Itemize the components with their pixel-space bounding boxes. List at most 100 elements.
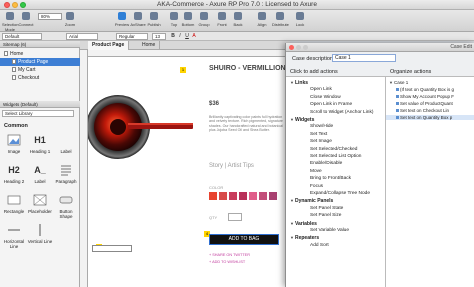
tab-home[interactable]: Home — [138, 41, 161, 50]
action-item[interactable]: Scroll to Widget (Anchor Link) — [310, 110, 373, 115]
widget-horizontal-line[interactable]: Horizontal Line — [1, 223, 27, 249]
distribute-tool[interactable]: Distribute — [272, 11, 289, 27]
widget-label[interactable]: A_ Label — [27, 163, 53, 184]
action-item[interactable]: Set Text — [310, 132, 327, 137]
lock-tool[interactable]: Lock — [292, 11, 308, 27]
widgets-section-title: Common — [4, 123, 28, 129]
action-item[interactable]: Enable/Disable — [310, 161, 342, 166]
sitemap-page-my-cart[interactable]: My Cart — [0, 66, 80, 74]
action-item[interactable]: Open Link in Frame — [310, 102, 352, 107]
widget-button-shape[interactable]: Button Shape — [53, 193, 79, 219]
action-item[interactable]: Expand/Collapse Tree Node — [310, 191, 370, 196]
product-image[interactable] — [88, 67, 198, 182]
disclosure-triangle-icon[interactable]: ▼ — [389, 80, 393, 85]
action-item[interactable]: Set Panel Size — [310, 213, 341, 218]
design-canvas[interactable]: 1 3 SHUIRO - VERMILLION $36 Brilliantly … — [88, 57, 290, 287]
zoom-tool[interactable]: Zoom — [62, 11, 78, 27]
action-item[interactable]: Move — [310, 169, 322, 174]
disclosure-triangle-icon[interactable]: ▼ — [290, 198, 294, 203]
axshare-tool[interactable]: AxShare — [130, 11, 146, 27]
font-color-button[interactable]: A — [191, 33, 197, 40]
disclosure-triangle-icon[interactable]: ▼ — [290, 80, 294, 85]
color-swatch[interactable] — [229, 192, 237, 200]
selection-mode-tool[interactable]: Selection Mode — [2, 11, 18, 32]
organize-row[interactable]: Show My Account Popup F — [386, 94, 474, 99]
widget-heading-2[interactable]: H2 Heading 2 — [1, 163, 27, 184]
action-group-repeaters[interactable]: ▼Repeaters — [290, 235, 319, 241]
sitemap-page-product-page[interactable]: Product Page — [0, 58, 80, 66]
action-item[interactable]: Add Sort — [310, 243, 329, 248]
widget-rectangle[interactable]: Rectangle — [1, 193, 27, 214]
sitemap-page-checkout[interactable]: Checkout — [0, 74, 80, 82]
widget-placeholder[interactable]: Placeholder — [27, 193, 53, 214]
action-item[interactable]: Focus — [310, 184, 323, 189]
product-tabs[interactable]: Story | Artist Tips — [209, 163, 254, 169]
action-item[interactable]: Set Image — [310, 139, 332, 144]
dialog-close-button[interactable] — [289, 45, 294, 50]
action-item[interactable]: Bring to Front/Back — [310, 176, 351, 181]
action-item[interactable]: Show/Hide — [310, 124, 333, 129]
widget-label[interactable]: Label — [53, 133, 79, 154]
color-swatch[interactable] — [219, 192, 227, 200]
zoom-select[interactable]: 80% — [38, 13, 62, 20]
widget-label: Rectangle — [3, 209, 25, 214]
publish-tool[interactable]: Publish — [146, 11, 162, 27]
action-group-variables[interactable]: ▼Variables — [290, 221, 317, 227]
case-description-input[interactable]: Case 1 — [332, 54, 396, 62]
action-icon — [396, 95, 399, 98]
color-swatch[interactable] — [249, 192, 257, 200]
align-tool[interactable]: Align — [254, 11, 270, 27]
color-swatch[interactable] — [269, 192, 277, 200]
connect-tool[interactable]: Connect — [18, 11, 34, 27]
add-to-bag-button[interactable]: ADD TO BAG — [209, 234, 279, 245]
widget-image[interactable]: Image — [1, 133, 27, 154]
back-icon — [233, 11, 243, 21]
widget-heading-1[interactable]: H1 Heading 1 — [27, 133, 53, 154]
bottom-tool[interactable]: Bottom — [180, 11, 196, 27]
action-group-links[interactable]: ▼Links — [290, 80, 308, 86]
organize-row[interactable]: Set text on Quantity Box p — [386, 115, 474, 120]
color-swatch[interactable] — [239, 192, 247, 200]
disclosure-triangle-icon[interactable]: ▼ — [290, 221, 294, 226]
bold-button[interactable]: B — [170, 33, 176, 40]
front-tool[interactable]: Front — [214, 11, 230, 27]
organize-row[interactable]: (If text on Quantity Box is g — [386, 87, 474, 92]
quantity-box[interactable] — [228, 213, 242, 221]
qty-label: QTY — [209, 215, 218, 220]
action-item[interactable]: Set Panel State — [310, 206, 343, 211]
disclosure-triangle-icon[interactable]: ▼ — [290, 235, 294, 240]
thumb-strip[interactable] — [92, 245, 132, 252]
style-select[interactable]: Default — [2, 33, 42, 40]
organize-row[interactable]: ▼Case 1 — [386, 80, 474, 85]
widget-vertical-line[interactable]: Vertical Line — [27, 223, 53, 244]
library-select[interactable]: Select Library — [2, 110, 74, 117]
group-tool[interactable]: Group — [196, 11, 212, 27]
page-icon — [12, 59, 16, 64]
color-swatch[interactable] — [259, 192, 267, 200]
tab-product-page[interactable]: Product Page — [88, 41, 130, 50]
italic-button[interactable]: I — [177, 33, 183, 40]
widget-label: Heading 2 — [3, 179, 25, 184]
color-swatch[interactable] — [209, 192, 217, 200]
action-group-widgets[interactable]: ▼Widgets — [290, 117, 314, 123]
font-select[interactable]: Arial — [66, 33, 98, 40]
preview-tool[interactable]: Preview — [114, 11, 130, 27]
action-group-dynamic-panels[interactable]: ▼Dynamic Panels — [290, 198, 333, 204]
widget-paragraph[interactable]: Paragraph — [53, 163, 79, 184]
action-item[interactable]: Set Selected List Option — [310, 154, 361, 159]
back-tool[interactable]: Back — [230, 11, 246, 27]
organize-row[interactable]: Set text on Checkout Lin — [386, 108, 474, 113]
organize-row[interactable]: Set value of ProductQuant — [386, 101, 474, 106]
disclosure-triangle-icon[interactable]: ▼ — [290, 117, 294, 122]
action-item[interactable]: Open Link — [310, 87, 332, 92]
share-link[interactable]: + SHARE ON TWITTER — [209, 253, 250, 257]
wishlist-link[interactable]: + ADD TO WISHLIST — [209, 260, 245, 264]
weight-select[interactable]: Regular — [116, 33, 148, 40]
action-item[interactable]: Set Selected/Checked — [310, 147, 357, 152]
action-item[interactable]: Close Window — [310, 95, 341, 100]
underline-button[interactable]: U — [184, 33, 190, 40]
sitemap-page-home[interactable]: Home — [0, 50, 80, 58]
size-select[interactable]: 13 — [152, 33, 166, 40]
click-to-add-header: Click to add actions — [290, 69, 338, 75]
action-item[interactable]: Set Variable Value — [310, 228, 349, 233]
